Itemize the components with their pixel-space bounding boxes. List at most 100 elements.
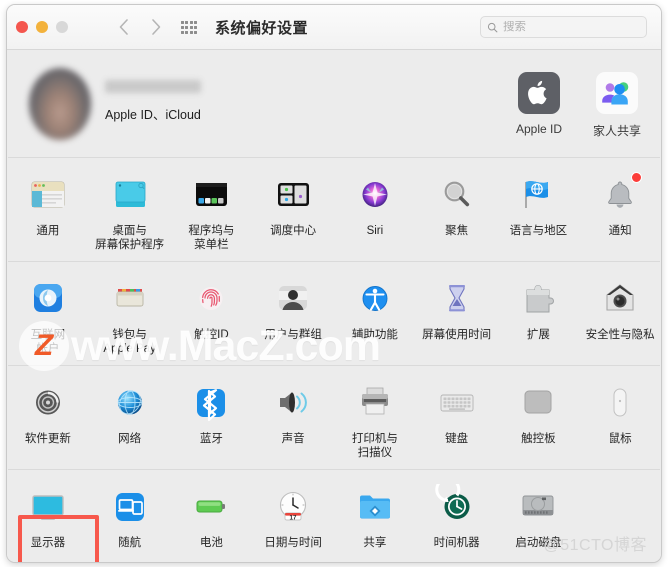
users-groups-icon	[270, 276, 316, 322]
dock-menubar-icon	[188, 172, 234, 218]
pref-label: 互联网 帐户	[30, 329, 66, 355]
security-privacy-icon	[597, 276, 643, 322]
pref-label: 语言与地区	[509, 225, 568, 237]
internet-accounts-icon	[25, 276, 71, 322]
pref-label: 辅助功能	[351, 329, 398, 341]
account-name-blurred	[105, 80, 201, 93]
search-field[interactable]	[480, 16, 647, 38]
wallet-applepay-icon	[107, 276, 153, 322]
pref-label: 显示器	[30, 537, 66, 549]
pref-group-1: 通用 桌面与 屏幕保护程序 程序坞与 菜单栏 调度中心 Siri 聚焦 语言与地…	[7, 158, 661, 261]
avatar[interactable]	[29, 68, 91, 140]
pref-users-groups[interactable]: 用户与群组	[252, 274, 334, 356]
pref-sound[interactable]: 声音	[252, 378, 334, 460]
pref-battery[interactable]: 电池	[171, 482, 253, 550]
pref-label: 共享	[363, 537, 387, 549]
chevron-right-icon[interactable]	[145, 16, 167, 38]
search-input[interactable]	[503, 21, 633, 33]
pref-label: 随航	[118, 537, 142, 549]
pref-bluetooth[interactable]: 蓝牙	[171, 378, 253, 460]
pref-startup-disk[interactable]: 启动磁盘	[498, 482, 580, 550]
notifications-icon	[597, 172, 643, 218]
mission-control-icon	[270, 172, 316, 218]
pref-language-region[interactable]: 语言与地区	[498, 170, 580, 252]
apple-id-banner[interactable]: Apple ID、iCloud Apple ID 家人共享	[7, 50, 661, 157]
desktop-screensaver-icon	[107, 172, 153, 218]
pref-mission-control[interactable]: 调度中心	[252, 170, 334, 252]
pref-wallet-applepay[interactable]: 钱包与 Apple Pay	[89, 274, 171, 356]
mouse-icon	[597, 380, 643, 426]
pref-family-sharing[interactable]: 家人共享	[581, 72, 653, 139]
siri-icon	[352, 172, 398, 218]
pref-label: 家人共享	[592, 124, 641, 138]
pref-sharing[interactable]: 共享	[334, 482, 416, 550]
calendar-day: 17	[290, 514, 297, 521]
pref-label: 蓝牙	[199, 433, 223, 445]
account-subtitle: Apple ID、iCloud	[105, 108, 201, 122]
grid-dots-icon[interactable]	[181, 21, 197, 34]
keyboard-icon	[434, 380, 480, 426]
startup-disk-icon	[515, 484, 561, 530]
pref-siri[interactable]: Siri	[334, 170, 416, 252]
page-title: 系统偏好设置	[215, 20, 309, 37]
pref-apple-id[interactable]: Apple ID	[503, 72, 575, 136]
pref-label: Apple ID	[515, 122, 563, 136]
pref-security-privacy[interactable]: 安全性与隐私	[579, 274, 661, 356]
pref-touch-id[interactable]: 触控ID	[171, 274, 253, 356]
pref-desktop-screensaver[interactable]: 桌面与 屏幕保护程序	[89, 170, 171, 252]
pref-label: 调度中心	[270, 225, 317, 237]
pref-date-time[interactable]: 17 日期与时间	[252, 482, 334, 550]
pref-group-3: 软件更新 网络 蓝牙 声音 打印机与 扫描仪 键盘 触控板 鼠标	[7, 366, 661, 469]
family-sharing-icon	[596, 72, 638, 114]
pref-spotlight[interactable]: 聚焦	[416, 170, 498, 252]
preferences-body: Apple ID、iCloud Apple ID 家人共享 通用 桌面与 屏幕保…	[7, 50, 661, 562]
pref-label: 键盘	[445, 433, 469, 445]
pref-label: Siri	[366, 225, 384, 237]
pref-row: 互联网 帐户 钱包与 Apple Pay 触控ID 用户与群组 辅助功能 屏幕使…	[7, 274, 661, 356]
pref-mouse[interactable]: 鼠标	[579, 378, 661, 460]
pref-extensions[interactable]: 扩展	[498, 274, 580, 356]
pref-label: 网络	[118, 433, 142, 445]
pref-group-2: 互联网 帐户 钱包与 Apple Pay 触控ID 用户与群组 辅助功能 屏幕使…	[7, 262, 661, 365]
apple-logo-icon	[518, 72, 560, 114]
pref-group-4: 显示器 随航 电池 17 日期与时间 共享 时间机器 启动磁盘	[7, 470, 661, 559]
pref-trackpad[interactable]: 触控板	[498, 378, 580, 460]
printers-scanners-icon	[352, 380, 398, 426]
general-icon	[25, 172, 71, 218]
traffic-lights	[16, 21, 68, 33]
pref-label: 通用	[36, 225, 60, 237]
pref-label: 鼠标	[608, 433, 632, 445]
pref-software-update[interactable]: 软件更新	[7, 378, 89, 460]
sharing-icon	[352, 484, 398, 530]
pref-time-machine[interactable]: 时间机器	[416, 477, 498, 550]
sidecar-icon	[107, 484, 153, 530]
pref-label: 软件更新	[24, 433, 71, 445]
pref-dock-menubar[interactable]: 程序坞与 菜单栏	[171, 170, 253, 252]
pref-notifications[interactable]: 通知	[579, 170, 661, 252]
pref-accessibility[interactable]: 辅助功能	[334, 274, 416, 356]
pref-screen-time[interactable]: 屏幕使用时间	[416, 274, 498, 356]
accessibility-icon	[352, 276, 398, 322]
zoom-button[interactable]	[56, 21, 68, 33]
pref-printers-scanners[interactable]: 打印机与 扫描仪	[334, 378, 416, 460]
pref-row: 通用 桌面与 屏幕保护程序 程序坞与 菜单栏 调度中心 Siri 聚焦 语言与地…	[7, 170, 661, 252]
pref-empty-slot	[579, 482, 661, 550]
pref-general[interactable]: 通用	[7, 170, 89, 252]
pref-internet-accounts[interactable]: 互联网 帐户	[7, 274, 89, 356]
chevron-left-icon[interactable]	[113, 16, 135, 38]
pref-sidecar[interactable]: 随航	[89, 482, 171, 550]
pref-keyboard[interactable]: 键盘	[416, 378, 498, 460]
displays-icon	[25, 484, 71, 530]
pref-label: 安全性与隐私	[585, 329, 655, 341]
system-preferences-window: 系统偏好设置 Apple ID、iCloud Appl	[6, 4, 662, 563]
pref-label: 聚焦	[445, 225, 469, 237]
close-button[interactable]	[16, 21, 28, 33]
pref-row: 软件更新 网络 蓝牙 声音 打印机与 扫描仪 键盘 触控板 鼠标	[7, 378, 661, 460]
sound-icon	[270, 380, 316, 426]
minimize-button[interactable]	[36, 21, 48, 33]
pref-label: 用户与群组	[264, 329, 322, 341]
pref-displays[interactable]: 显示器	[7, 482, 89, 550]
pref-label: 声音	[281, 433, 305, 445]
pref-network[interactable]: 网络	[89, 378, 171, 460]
trackpad-icon	[515, 380, 561, 426]
